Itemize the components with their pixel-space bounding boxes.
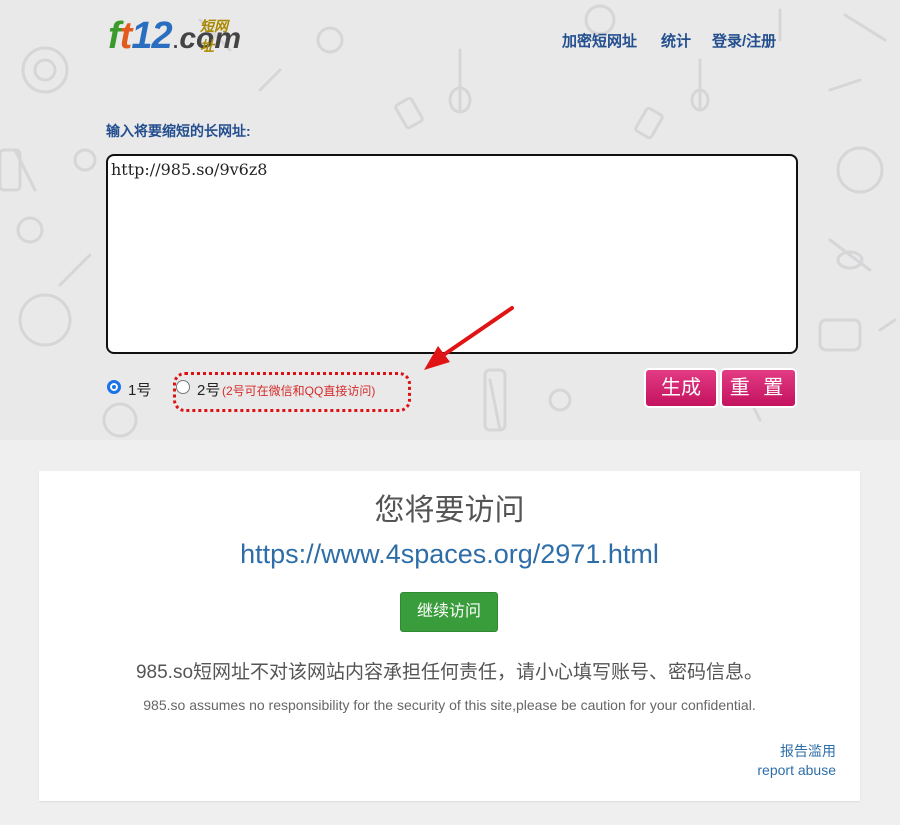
site-logo[interactable]: ft12.com 短网址	[108, 14, 241, 64]
option-2-radio[interactable]	[176, 380, 190, 394]
nav-encrypted-short-url[interactable]: 加密短网址	[562, 30, 637, 51]
nav-login-register[interactable]: 登录/注册	[712, 30, 776, 51]
generate-button[interactable]: 生成	[646, 370, 716, 406]
option-2-hint: (2号可在微信和QQ直接访问)	[222, 384, 376, 398]
hero-section: ft12.com 短网址 加密短网址 统计 登录/注册 输入将要缩短的长网址: …	[0, 0, 900, 440]
report-abuse-link-cn[interactable]: 报告滥用	[780, 741, 836, 761]
nav-statistics[interactable]: 统计	[661, 30, 691, 51]
redirect-card: 您将要访问 https://www.4spaces.org/2971.html …	[39, 471, 860, 801]
report-abuse-link-en[interactable]: report abuse	[757, 762, 836, 778]
reset-button[interactable]: 重 置	[722, 370, 795, 406]
option-2-label[interactable]: 2号	[197, 379, 220, 400]
disclaimer-en: 985.so assumes no responsibility for the…	[143, 697, 756, 713]
red-arrow-icon	[424, 306, 514, 370]
logo-letter: t	[119, 15, 133, 57]
url-input-label: 输入将要缩短的长网址:	[106, 123, 251, 139]
logo-subtitle: 短网址	[200, 18, 228, 54]
option-1-radio[interactable]	[107, 380, 121, 394]
logo-digit: 1	[131, 15, 152, 57]
continue-button[interactable]: 继续访问	[400, 592, 498, 632]
logo-letter: f	[108, 15, 121, 57]
target-url-link[interactable]: https://www.4spaces.org/2971.html	[39, 539, 860, 570]
option-1-label[interactable]: 1号	[128, 379, 151, 400]
logo-digit: 2	[151, 15, 172, 57]
disclaimer-cn: 985.so短网址不对该网站内容承担任何责任，请小心填写账号、密码信息。	[135, 662, 764, 683]
redirect-title: 您将要访问	[374, 494, 525, 527]
